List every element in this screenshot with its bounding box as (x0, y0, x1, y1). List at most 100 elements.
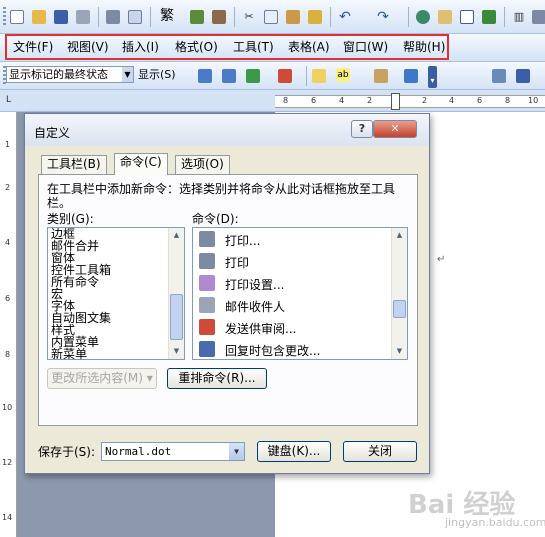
toolbar-options-icon[interactable]: ▾ (428, 66, 437, 88)
scroll-down-icon[interactable]: ▼ (169, 344, 184, 359)
list-item[interactable]: 发送供审阅... (193, 316, 393, 338)
categories-scrollbar[interactable]: ▲ ▼ (168, 228, 184, 359)
ruler-label: 2 (367, 96, 373, 105)
command-label: 回复时包含更改... (225, 344, 321, 358)
close-button[interactable]: 关闭 (343, 441, 417, 462)
previous-change-icon[interactable] (198, 69, 212, 83)
rearrange-commands-button[interactable]: 重排命令(R)... (167, 368, 267, 389)
command-label: 发送供审阅... (225, 322, 297, 336)
display-markup-value: 显示标记的最终状态 (9, 68, 108, 81)
spelling-icon[interactable] (190, 10, 204, 24)
picture-toolbar-icon[interactable] (492, 69, 506, 83)
undo-icon[interactable]: ↶ (338, 10, 352, 24)
format-painter-icon[interactable] (308, 10, 322, 24)
vruler-label: 4 (5, 238, 11, 247)
insert-table-icon[interactable] (460, 10, 474, 24)
ruler-label: 2 (422, 96, 428, 105)
categories-list[interactable]: 边框 邮件合并 窗体 控件工具箱 所有命令 宏 字体 自动图文集 样式 内置菜单… (47, 227, 185, 360)
dialog-title: 自定义 (34, 126, 71, 140)
new-document-icon[interactable] (10, 10, 24, 24)
menu-format[interactable]: 格式(O) (175, 40, 218, 54)
menu-tools[interactable]: 工具(T) (233, 40, 274, 54)
next-change-icon[interactable] (222, 69, 236, 83)
list-item[interactable]: 邮件收件人 (193, 294, 393, 316)
reviewing-pane-icon[interactable] (404, 69, 418, 83)
list-item[interactable]: 打印设置... (193, 272, 393, 294)
close-icon[interactable]: ✕ (373, 120, 417, 138)
help-button[interactable]: ? (351, 120, 373, 138)
save-icon[interactable] (54, 10, 68, 24)
ruler-label: 8 (505, 96, 511, 105)
tables-borders-icon[interactable] (438, 10, 452, 24)
copy-icon[interactable] (264, 10, 278, 24)
ruler-label: 4 (449, 96, 455, 105)
insert-comment-icon[interactable] (312, 69, 326, 83)
research-icon[interactable] (212, 10, 226, 24)
track-changes-icon[interactable] (374, 69, 388, 83)
menu-view[interactable]: 视图(V) (67, 40, 109, 54)
display-markup-combo[interactable]: 显示标记的最终状态 ▼ (6, 66, 134, 83)
reply-with-changes-icon (199, 341, 215, 357)
ruler-label: 10 (528, 96, 539, 105)
instruction-text: 在工具栏中添加新命令：选择类别并将命令从此对话框拖放至工具栏。 (47, 182, 396, 210)
commands-scrollbar[interactable]: ▲ ▼ (391, 228, 407, 359)
vruler-label: 1 (5, 140, 11, 149)
cut-icon[interactable]: ✂ (242, 10, 256, 24)
reject-change-icon[interactable] (278, 69, 292, 83)
insert-excel-icon[interactable] (482, 10, 496, 24)
vertical-ruler[interactable] (0, 112, 17, 537)
hyperlink-icon[interactable] (416, 10, 430, 24)
scroll-up-icon[interactable]: ▲ (392, 228, 407, 243)
tab-toolbars[interactable]: 工具栏(B) (41, 155, 107, 174)
chevron-down-icon: ▼ (229, 443, 244, 460)
keyboard-button[interactable]: 键盘(K)... (257, 441, 331, 462)
columns-icon[interactable]: ▥ (512, 10, 526, 24)
save-in-combo[interactable]: Normal.dot ▼ (101, 442, 245, 461)
tab-commands[interactable]: 命令(C) (114, 153, 168, 175)
menu-help[interactable]: 帮助(H) (403, 40, 445, 54)
paragraph-mark: ↵ (437, 254, 446, 265)
highlight-icon[interactable]: ab (336, 68, 350, 82)
command-label: 打印设置... (225, 278, 285, 292)
list-item[interactable]: 打印... (193, 228, 393, 250)
dialog-titlebar[interactable]: 自定义 ? ✕ (25, 114, 429, 146)
accept-change-icon[interactable] (246, 69, 260, 83)
traditional-chinese-icon[interactable]: 繁 (158, 9, 176, 23)
ruler-label: 8 (283, 96, 289, 105)
layout-icon[interactable] (516, 69, 530, 83)
page-setup-icon (199, 275, 215, 291)
commands-list[interactable]: 打印... 打印 打印设置... 邮件收件人 发送供审阅... 回复时包含更改.… (192, 227, 408, 360)
modify-selection-button[interactable]: 更改所选内容(M) ▾ (47, 368, 157, 389)
scroll-thumb[interactable] (170, 294, 183, 340)
list-item[interactable]: 回复时包含更改... (193, 338, 393, 359)
list-item[interactable]: 打印 (193, 250, 393, 272)
send-for-review-icon (199, 319, 215, 335)
menu-file[interactable]: 文件(F) (13, 40, 53, 54)
indent-marker[interactable] (391, 93, 400, 110)
menu-window[interactable]: 窗口(W) (343, 40, 388, 54)
standard-toolbar: 繁 ✂ ↶ ↷ ▥ (0, 0, 545, 34)
vruler-label: 12 (2, 458, 13, 467)
ruler-label: 6 (311, 96, 317, 105)
show-button[interactable]: 显示(S) (138, 68, 176, 82)
command-label: 打印... (225, 234, 261, 248)
menu-table[interactable]: 表格(A) (288, 40, 330, 54)
list-item[interactable]: 新菜单 (51, 348, 87, 359)
permission-icon[interactable] (76, 10, 90, 24)
print-icon (199, 253, 215, 269)
print-preview-icon[interactable] (128, 10, 142, 24)
tab-selector-icon[interactable]: L (3, 95, 14, 106)
paste-icon[interactable] (286, 10, 300, 24)
drawing-icon[interactable] (532, 10, 545, 24)
save-in-value: Normal.dot (105, 445, 172, 458)
scroll-thumb[interactable] (393, 300, 406, 318)
print-icon[interactable] (106, 10, 120, 24)
scroll-down-icon[interactable]: ▼ (392, 344, 407, 359)
open-folder-icon[interactable] (32, 10, 46, 24)
tab-options[interactable]: 选项(O) (175, 155, 230, 174)
redo-icon[interactable]: ↷ (376, 10, 390, 24)
scroll-up-icon[interactable]: ▲ (169, 228, 184, 243)
menu-insert[interactable]: 插入(I) (122, 40, 159, 54)
ruler-label: 6 (477, 96, 483, 105)
mail-recipient-icon (199, 297, 215, 313)
